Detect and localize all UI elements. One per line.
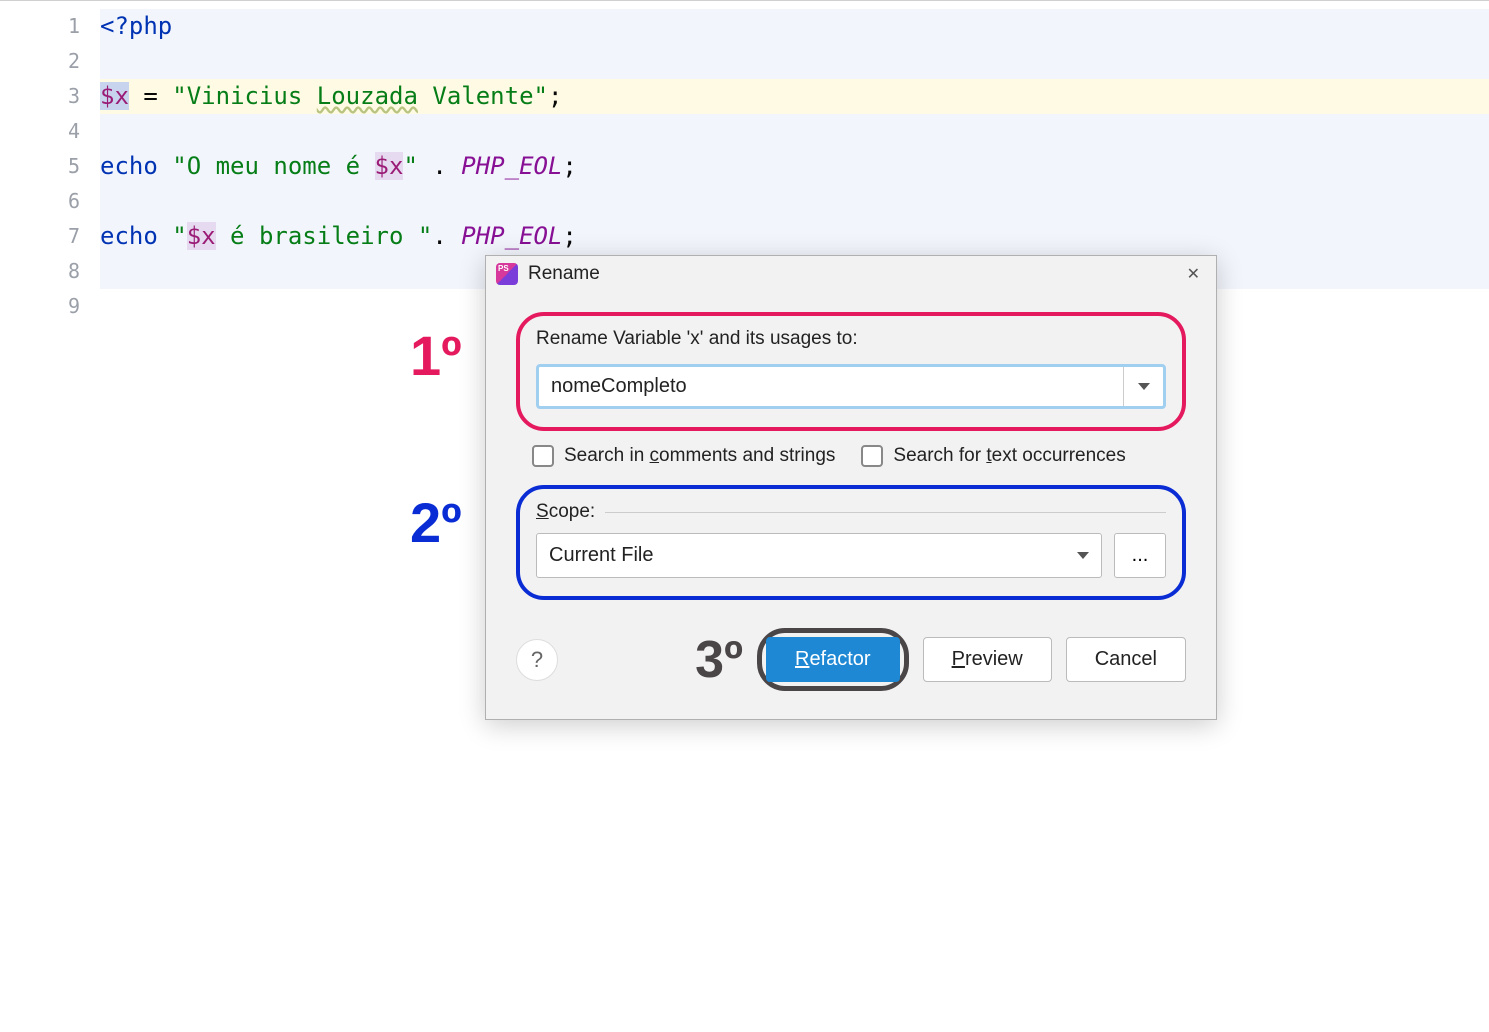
code-line[interactable]: <?php	[100, 9, 1489, 44]
line-number: 3	[0, 79, 100, 114]
rename-input[interactable]	[539, 367, 1123, 406]
annotation-highlight-2: Scope: Current File ...	[516, 485, 1186, 600]
dialog-titlebar[interactable]: Rename ✕	[486, 256, 1216, 292]
line-number: 7	[0, 219, 100, 254]
annotation-step-2: 2º	[410, 490, 462, 555]
refactor-button[interactable]: Refactor	[766, 637, 900, 682]
annotation-highlight-1: Rename Variable 'x' and its usages to:	[516, 312, 1186, 431]
line-number: 1	[0, 9, 100, 44]
checkbox[interactable]	[861, 445, 883, 467]
rename-field-label: Rename Variable 'x' and its usages to:	[536, 328, 1166, 350]
search-text-check[interactable]: Search for text occurrences	[861, 445, 1125, 467]
chevron-down-icon	[1077, 552, 1089, 559]
rename-input-wrap	[536, 364, 1166, 409]
dialog-title: Rename	[528, 263, 600, 285]
code-line[interactable]: echo "O meu nome é $x" . PHP_EOL;	[100, 149, 1489, 184]
rename-dialog: Rename ✕ Rename Variable 'x' and its usa…	[485, 255, 1217, 720]
chevron-down-icon	[1138, 383, 1150, 390]
cancel-button[interactable]: Cancel	[1066, 637, 1186, 682]
rename-dropdown-button[interactable]	[1123, 367, 1163, 406]
scope-more-button[interactable]: ...	[1114, 533, 1166, 578]
help-button[interactable]: ?	[516, 639, 558, 681]
gutter: 1 2 3 4 5 6 7 8 9	[0, 1, 100, 1032]
line-number: 9	[0, 289, 100, 324]
code-line[interactable]	[100, 44, 1489, 79]
line-number: 8	[0, 254, 100, 289]
close-icon[interactable]: ✕	[1181, 262, 1206, 286]
code-line[interactable]	[100, 184, 1489, 219]
search-comments-check[interactable]: Search in comments and strings	[532, 445, 835, 467]
checkbox[interactable]	[532, 445, 554, 467]
code-line[interactable]	[100, 114, 1489, 149]
annotation-highlight-3: Refactor	[757, 628, 909, 691]
phpstorm-icon	[496, 263, 518, 285]
line-number: 5	[0, 149, 100, 184]
code-line[interactable]: echo "$x é brasileiro ". PHP_EOL;	[100, 219, 1489, 254]
annotation-step-3: 3º	[695, 630, 743, 690]
line-number: 6	[0, 184, 100, 219]
scope-label: Scope:	[536, 501, 1166, 523]
line-number: 4	[0, 114, 100, 149]
annotation-step-1: 1º	[410, 323, 462, 388]
preview-button[interactable]: Preview	[923, 637, 1052, 682]
code-line[interactable]: $x = "Vinicius Louzada Valente";	[100, 79, 1489, 114]
scope-select[interactable]: Current File	[536, 533, 1102, 578]
line-number: 2	[0, 44, 100, 79]
